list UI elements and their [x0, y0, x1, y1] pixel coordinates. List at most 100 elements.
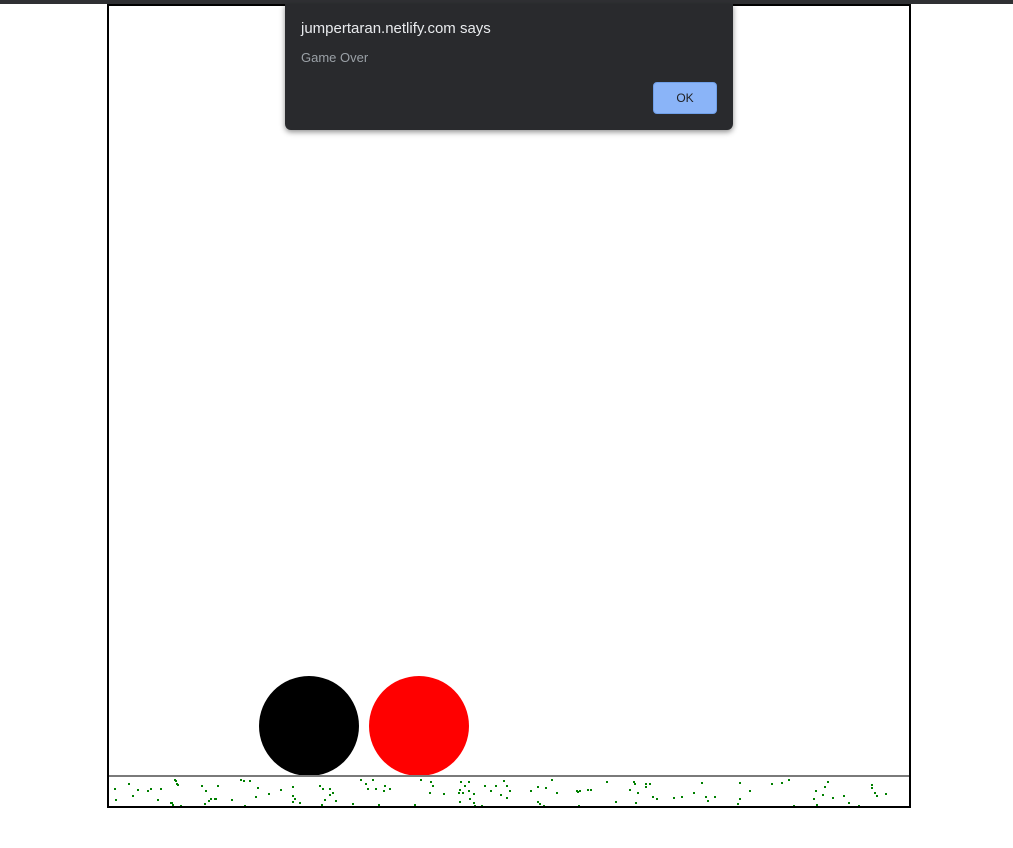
- grass-dot: [249, 780, 251, 782]
- grass-dot: [429, 792, 431, 794]
- grass-dot: [147, 790, 149, 792]
- grass-dot: [506, 797, 508, 799]
- grass-dot: [208, 800, 210, 802]
- grass-dot: [244, 805, 246, 806]
- grass-dot: [506, 785, 508, 787]
- grass-dot: [705, 796, 707, 798]
- grass-dot: [201, 785, 203, 787]
- grass-dot: [587, 789, 589, 791]
- grass-dot: [590, 789, 592, 791]
- grass-dot: [781, 782, 783, 784]
- grass-dot: [714, 796, 716, 798]
- grass-dot: [204, 803, 206, 805]
- grass-dot: [473, 793, 475, 795]
- grass-dot: [824, 786, 826, 788]
- grass-dot: [673, 797, 675, 799]
- grass-dot: [321, 804, 323, 806]
- grass-dot: [432, 785, 434, 787]
- grass-dot: [832, 797, 834, 799]
- grass-dot: [240, 779, 242, 781]
- grass-dot: [815, 790, 817, 792]
- alert-dialog: jumpertaran.netlify.com says Game Over O…: [285, 4, 733, 130]
- grass-dot: [299, 802, 301, 804]
- grass-dot: [170, 802, 172, 804]
- grass-dot: [459, 789, 461, 791]
- grass-dot: [629, 789, 631, 791]
- grass-dot: [414, 804, 416, 806]
- grass-dot: [474, 805, 476, 806]
- grass-dot: [637, 792, 639, 794]
- grass-dot: [606, 781, 608, 783]
- grass-dot: [469, 798, 471, 800]
- grass-dot: [150, 788, 152, 790]
- grass-dot: [707, 800, 709, 802]
- grass-dot: [577, 791, 579, 793]
- grass-dot: [172, 804, 174, 806]
- enemy-ball: [369, 676, 469, 776]
- grass-dot: [114, 788, 116, 790]
- grass-dot: [771, 783, 773, 785]
- grass-dot: [876, 795, 878, 797]
- grass-dot: [737, 803, 739, 805]
- grass-dot: [539, 803, 541, 805]
- grass-dot: [329, 788, 331, 790]
- grass-dot: [217, 785, 219, 787]
- grass-dot: [459, 801, 461, 803]
- grass-dot: [634, 783, 636, 785]
- grass-dot: [205, 790, 207, 792]
- grass-dot: [874, 792, 876, 794]
- grass-dot: [292, 786, 294, 788]
- grass-dot: [175, 780, 177, 782]
- alert-message: Game Over: [301, 50, 369, 65]
- grass-dot: [788, 779, 790, 781]
- alert-title: jumpertaran.netlify.com says: [301, 20, 491, 37]
- grass-dot: [749, 790, 751, 792]
- grass-dot: [822, 794, 824, 796]
- grass-dot: [537, 786, 539, 788]
- grass-dot: [420, 779, 422, 781]
- grass-dot: [157, 799, 159, 801]
- grass-dot: [210, 798, 212, 800]
- grass-dot: [268, 793, 270, 795]
- grass-dot: [255, 796, 257, 798]
- grass-dot: [509, 790, 511, 792]
- grass-dot: [543, 805, 545, 806]
- grass-dot: [495, 785, 497, 787]
- grass-dot: [180, 805, 182, 806]
- grass-dot: [633, 781, 635, 783]
- grass-dot: [243, 780, 245, 782]
- grass-dot: [481, 805, 483, 806]
- grass-dot: [389, 788, 391, 790]
- grass-dot: [693, 792, 695, 794]
- grass-dot: [137, 789, 139, 791]
- grass-dot: [430, 781, 432, 783]
- grass-dot: [372, 779, 374, 781]
- grass-dot: [739, 782, 741, 784]
- grass-dot: [294, 798, 296, 800]
- grass-dot: [335, 800, 337, 802]
- grass-dot: [490, 790, 492, 792]
- grass-dot: [128, 783, 130, 785]
- grass-dot: [319, 785, 321, 787]
- grass-dot: [503, 780, 505, 782]
- grass-dot: [214, 798, 216, 800]
- grass-dot: [177, 784, 179, 786]
- grass-dot: [537, 801, 539, 803]
- grass-dot: [681, 796, 683, 798]
- grass-dot: [257, 787, 259, 789]
- grass-dot: [324, 799, 326, 801]
- grass-dot: [322, 788, 324, 790]
- grass-dot: [160, 788, 162, 790]
- grass-dot: [231, 799, 233, 801]
- grass-dot: [551, 779, 553, 781]
- grass-dot: [473, 802, 475, 804]
- grass-dot: [384, 785, 386, 787]
- grass-dot: [545, 787, 547, 789]
- grass-dot: [367, 788, 369, 790]
- grass-dot: [635, 802, 637, 804]
- grass-dot: [816, 804, 818, 806]
- grass-dot: [793, 805, 795, 806]
- grass-dot: [871, 784, 873, 786]
- ok-button[interactable]: OK: [653, 82, 717, 114]
- grass-dot: [378, 804, 380, 806]
